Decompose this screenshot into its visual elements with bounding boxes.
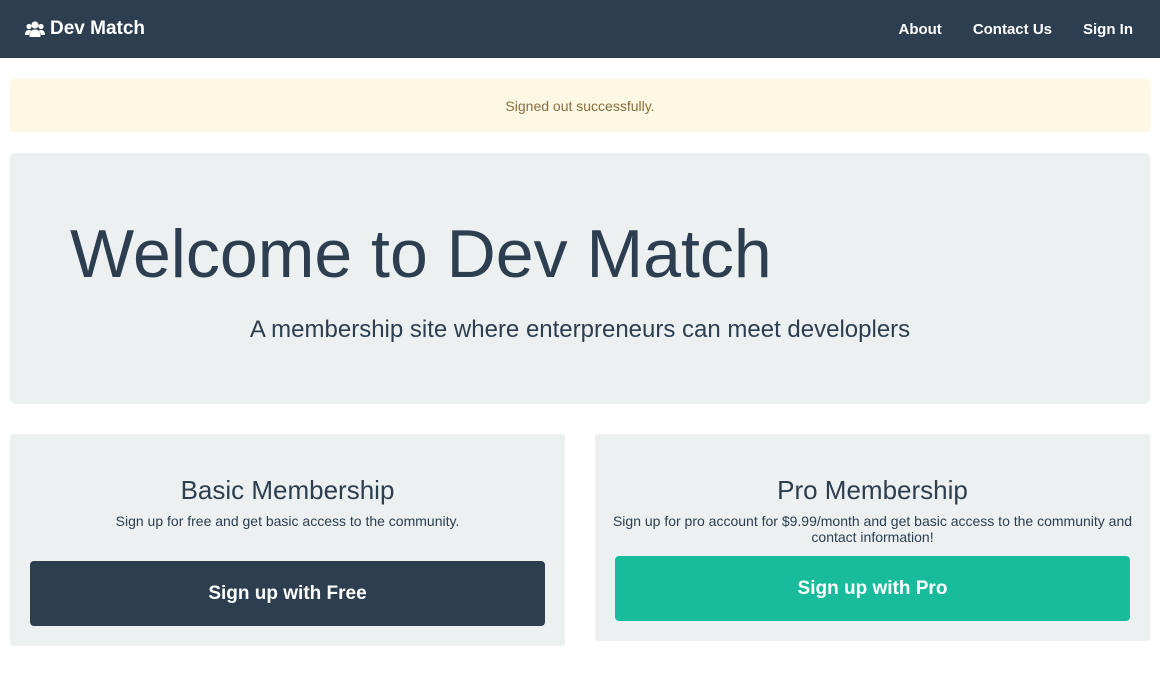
pro-membership-panel: Pro Membership Sign up for pro account f… — [595, 434, 1150, 641]
flash-alert: Signed out successfully. — [10, 79, 1150, 132]
brand-text: Dev Match — [50, 18, 146, 39]
hero-title: Welcome to Dev Match — [70, 216, 772, 292]
pro-plan-description: Sign up for pro account for $9.99/month … — [612, 513, 1133, 545]
brand-link[interactable]: Dev Match — [25, 18, 145, 40]
basic-plan-title: Basic Membership — [180, 475, 395, 505]
sign-up-free-button[interactable]: Sign up with Free — [30, 561, 545, 626]
hero-subtitle: A membership site where enterpreneurs ca… — [249, 316, 911, 343]
alert-message: Signed out successfully. — [505, 97, 655, 114]
basic-membership-panel: Basic Membership Sign up for free and ge… — [10, 434, 565, 646]
basic-plan-description: Sign up for free and get basic access to… — [115, 513, 460, 529]
nav-sign-in-link[interactable]: Sign In — [1083, 21, 1133, 38]
navbar: Dev Match About Contact Us Sign In — [0, 0, 1160, 58]
nav-contact-link[interactable]: Contact Us — [973, 21, 1052, 38]
pro-plan-title: Pro Membership — [777, 475, 968, 505]
users-icon — [25, 20, 45, 38]
nav-about-link[interactable]: About — [898, 21, 941, 38]
nav-links: About Contact Us Sign In — [867, 21, 1133, 38]
sign-up-pro-button[interactable]: Sign up with Pro — [615, 556, 1130, 621]
hero-jumbotron: Welcome to Dev Match A membership site w… — [10, 153, 1150, 404]
